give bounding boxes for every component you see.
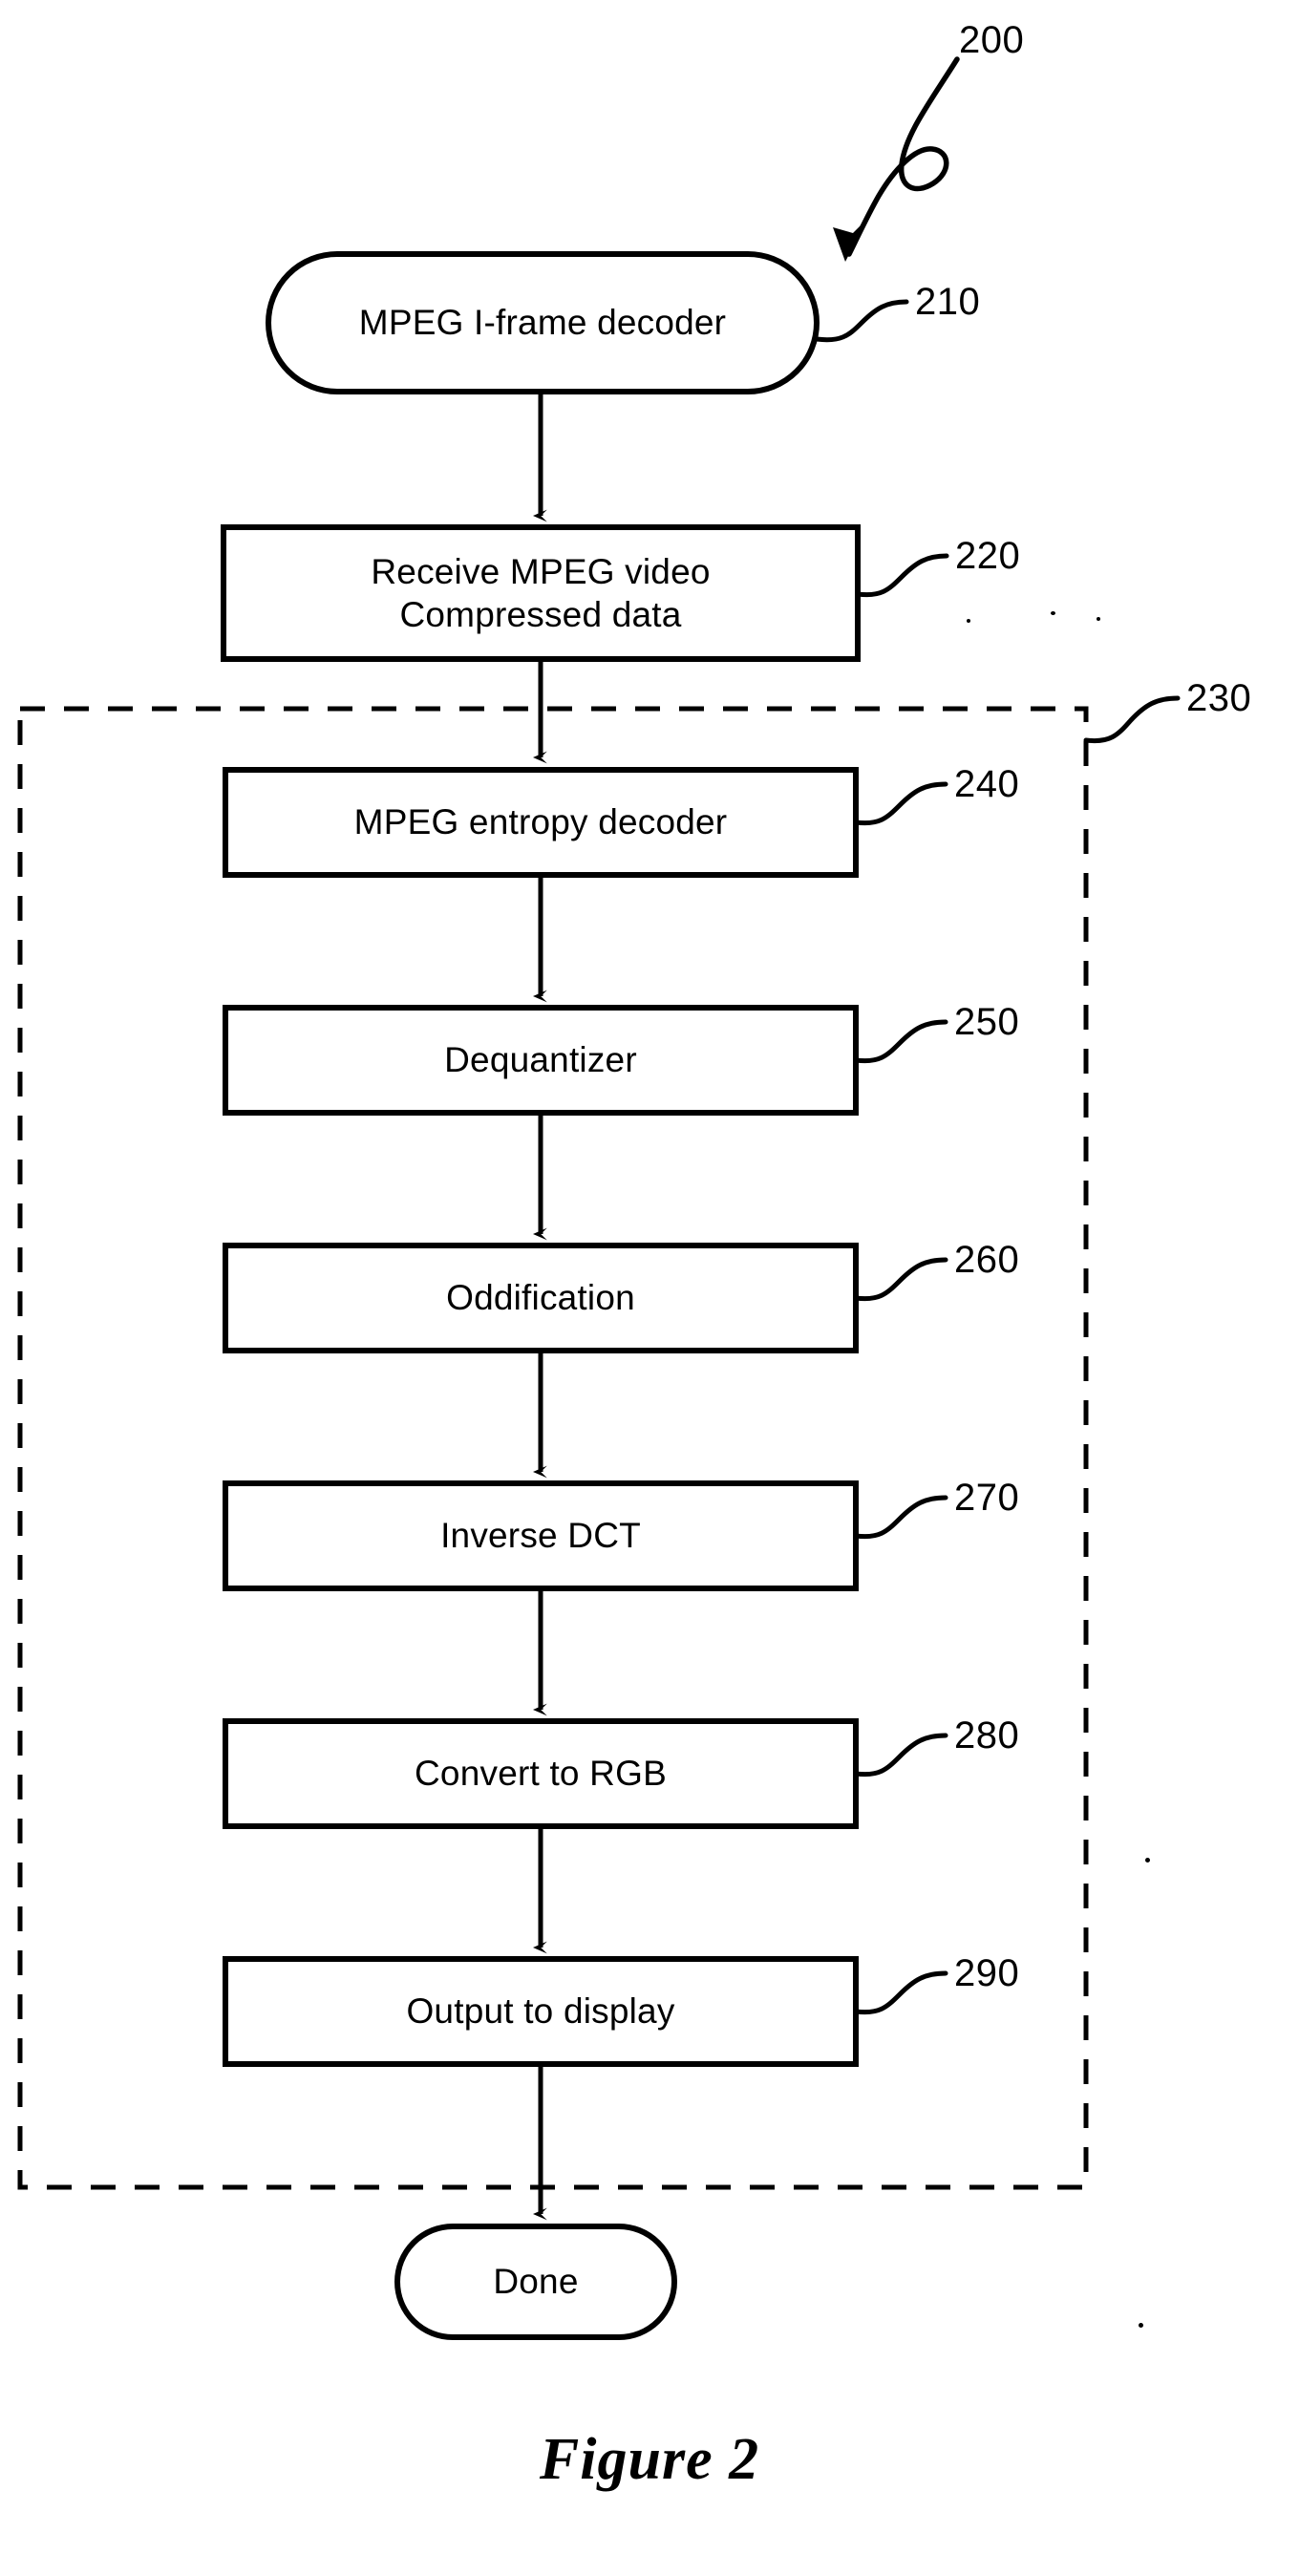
reference-numeral-220: 220 [955, 535, 1021, 577]
reference-numeral-260: 260 [954, 1239, 1020, 1281]
patent-figure: MPEG I-frame decoder Receive MPEG video … [0, 0, 1299, 2576]
node-260-shape [223, 1243, 859, 1353]
node-210-shape [266, 251, 820, 394]
node-250-shape [223, 1005, 859, 1116]
reference-leader-230 [1083, 695, 1181, 744]
reference-numeral-210: 210 [915, 281, 981, 323]
node-270-shape [223, 1480, 859, 1591]
reference-numeral-240: 240 [954, 763, 1020, 805]
reference-leader-290 [853, 1970, 948, 2015]
reference-leader-250 [853, 1019, 948, 1064]
reference-numeral-290: 290 [954, 1952, 1020, 1994]
scan-speck [1145, 1858, 1150, 1863]
reference-leader-210 [814, 299, 909, 343]
reference-numeral-230: 230 [1186, 677, 1252, 719]
flowchart-canvas [17, 56, 1181, 2340]
node-done-shape [394, 2224, 677, 2340]
reference-leader-200 [833, 56, 960, 262]
reference-numeral-270: 270 [954, 1477, 1020, 1519]
node-280-shape [223, 1718, 859, 1829]
scan-speck [967, 619, 970, 623]
reference-leader-240 [853, 781, 948, 826]
scan-speck [1051, 611, 1055, 615]
node-290-shape [223, 1956, 859, 2067]
scan-speck [1139, 2323, 1143, 2328]
reference-leader-220 [855, 553, 949, 598]
reference-numeral-200: 200 [959, 19, 1025, 61]
reference-numeral-250: 250 [954, 1001, 1020, 1043]
reference-leader-280 [853, 1733, 948, 1778]
node-220-shape [221, 524, 861, 662]
node-240-shape [223, 767, 859, 878]
reference-leader-270 [853, 1495, 948, 1540]
reference-numeral-280: 280 [954, 1714, 1020, 1756]
scan-speck [1097, 617, 1100, 621]
reference-leader-260 [853, 1257, 948, 1302]
figure-caption: Figure 2 [539, 2427, 760, 2492]
